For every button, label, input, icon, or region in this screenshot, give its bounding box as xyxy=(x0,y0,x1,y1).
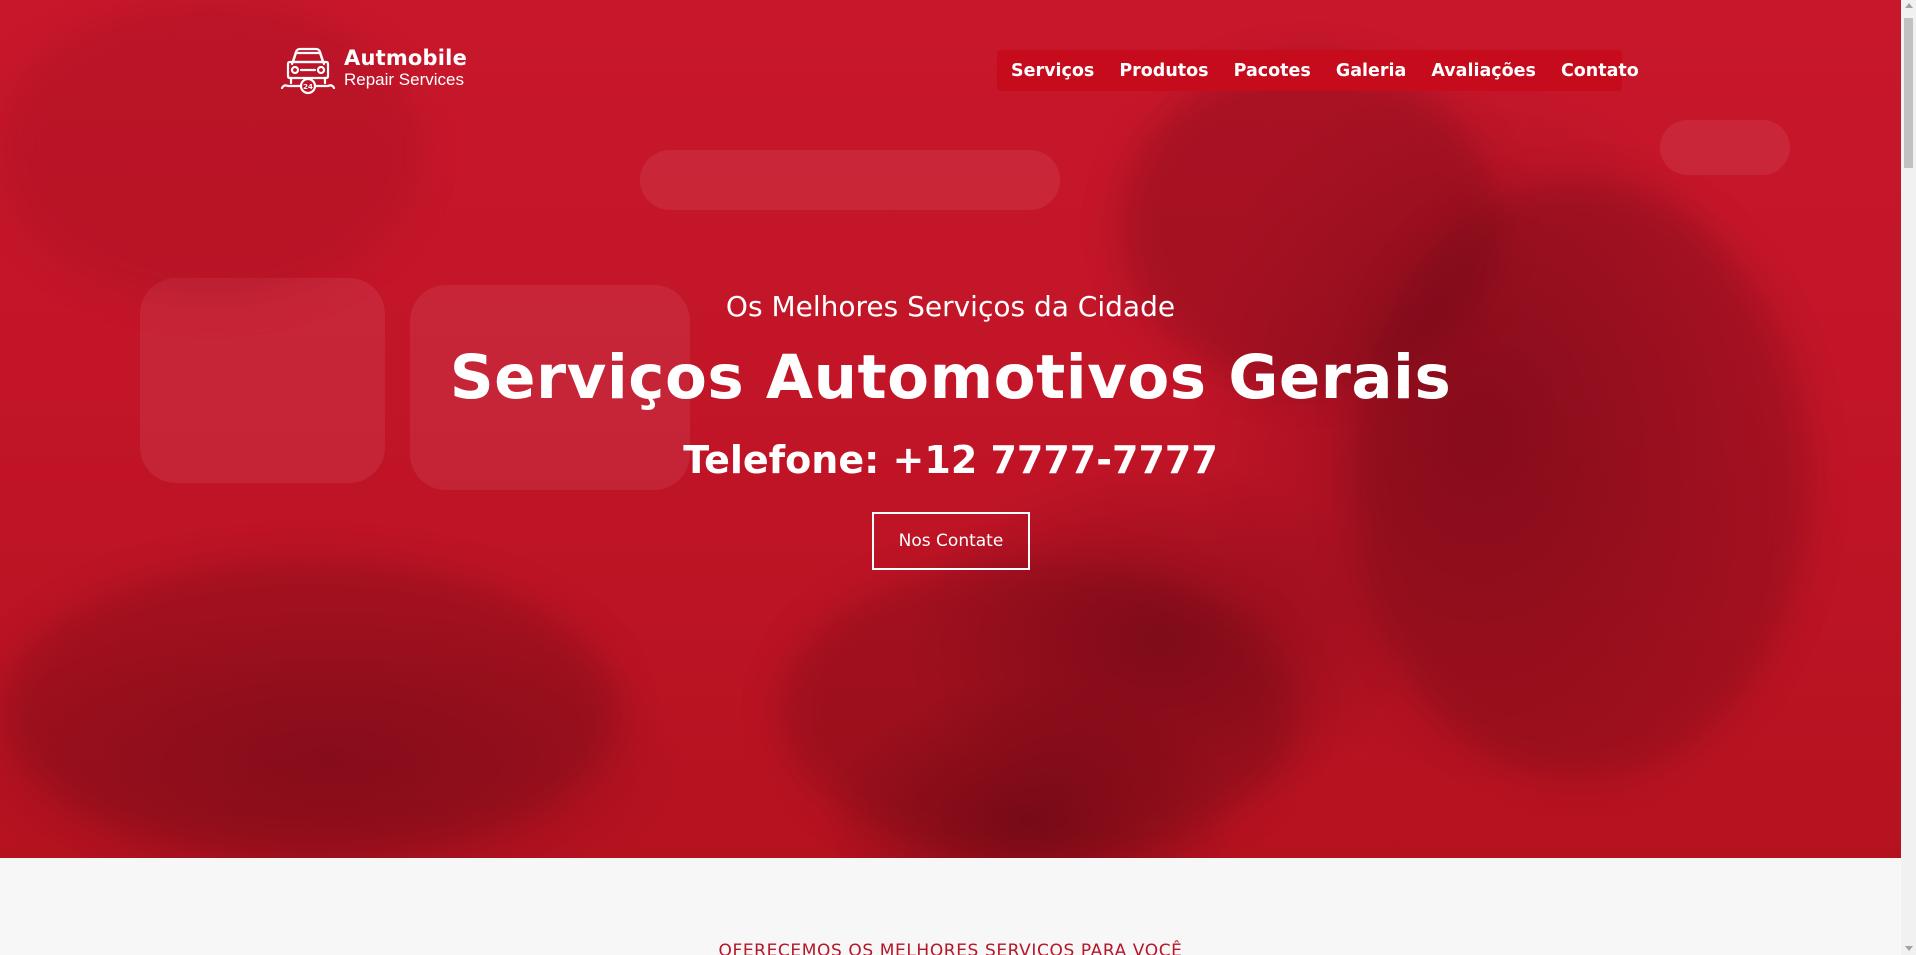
services-section: OFERECEMOS OS MELHORES SERVIÇOS PARA VOC… xyxy=(0,858,1901,955)
page-scrollbar[interactable] xyxy=(1901,0,1916,955)
services-section-title: OFERECEMOS OS MELHORES SERVIÇOS PARA VOC… xyxy=(718,941,1183,955)
hero-phone: Telefone: +12 7777-7777 xyxy=(683,438,1218,482)
scrollbar-thumb[interactable] xyxy=(1904,18,1913,168)
page: 24 Autmobile Repair Services Serviços Pr… xyxy=(0,0,1916,955)
hero-headline: Serviços Automotivos Gerais xyxy=(449,342,1452,413)
scroll-down-arrow-icon[interactable] xyxy=(1905,946,1913,951)
scroll-up-arrow-icon[interactable] xyxy=(1905,3,1913,8)
hero-content: Os Melhores Serviços da Cidade Serviços … xyxy=(0,0,1901,858)
contact-button[interactable]: Nos Contate xyxy=(872,512,1030,570)
hero-eyebrow: Os Melhores Serviços da Cidade xyxy=(725,290,1176,323)
